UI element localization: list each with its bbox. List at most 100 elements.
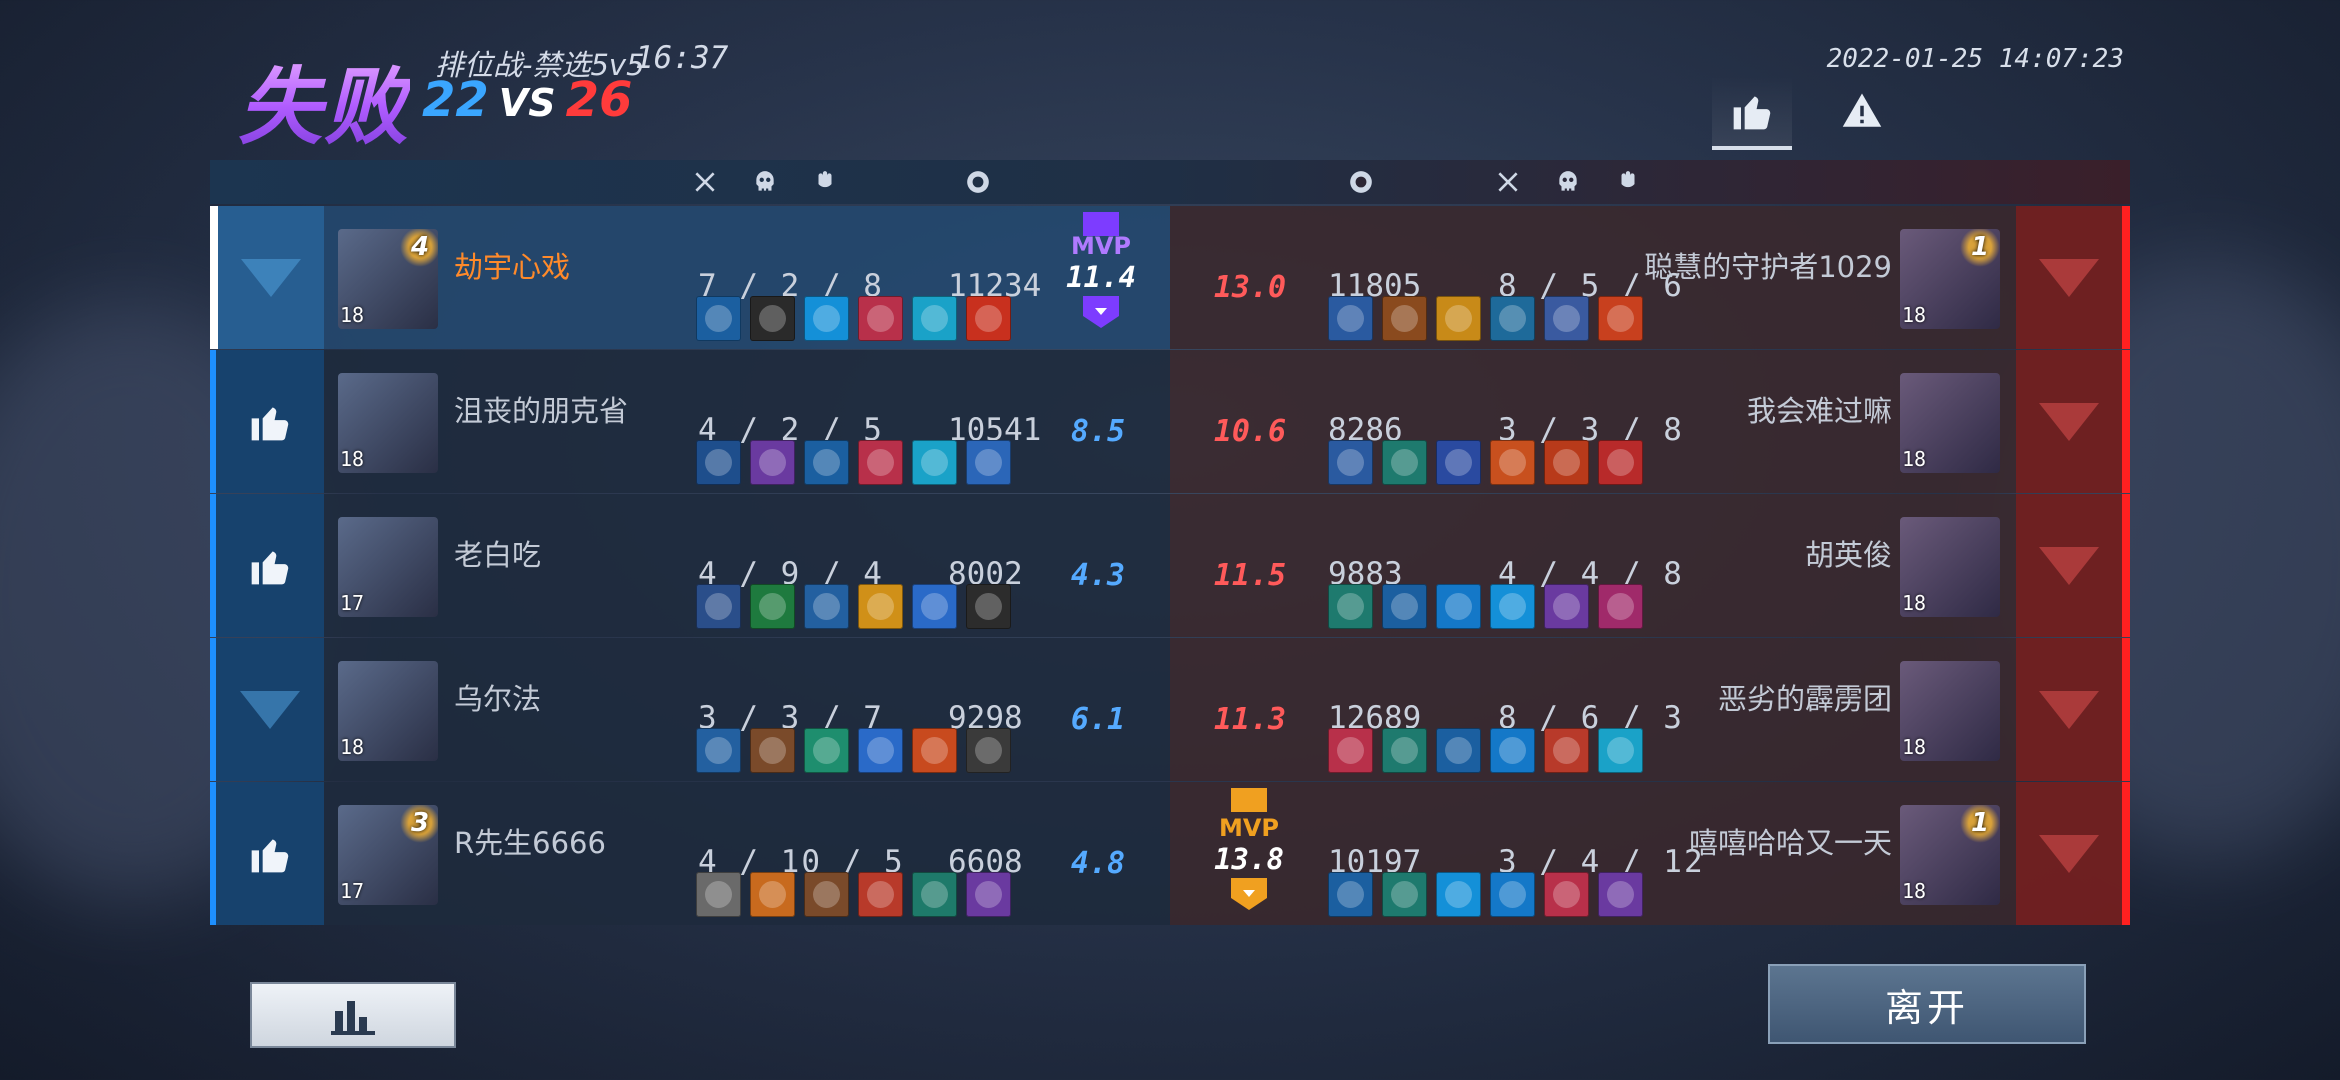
item-icon[interactable] (1382, 872, 1427, 917)
item-icon[interactable] (1490, 440, 1535, 485)
item-icon[interactable] (1544, 440, 1589, 485)
item-icon[interactable] (1544, 728, 1589, 773)
report-button[interactable] (1822, 76, 1902, 146)
hero-avatar[interactable]: 3 17 (338, 805, 438, 905)
item-icon[interactable] (1490, 296, 1535, 341)
item-icon[interactable] (1436, 440, 1481, 485)
item-icon[interactable] (804, 296, 849, 341)
item-icon[interactable] (1598, 584, 1643, 629)
mvp-label: MVP (1070, 232, 1132, 260)
like-tab-button[interactable] (1712, 76, 1792, 150)
item-icon[interactable] (696, 584, 741, 629)
item-icon[interactable] (966, 296, 1011, 341)
item-icon[interactable] (912, 872, 957, 917)
player-score: 11.4 (1066, 260, 1136, 294)
item-icon[interactable] (1328, 728, 1373, 773)
item-icon[interactable] (1598, 728, 1643, 773)
hero-avatar[interactable]: 18 (338, 661, 438, 761)
item-icon[interactable] (966, 728, 1011, 773)
player-score: 13.0 (1213, 270, 1287, 305)
hero-avatar[interactable]: 17 (338, 517, 438, 617)
item-icon[interactable] (912, 440, 957, 485)
item-icon[interactable] (804, 584, 849, 629)
item-icon[interactable] (804, 440, 849, 485)
hero-level: 18 (1902, 879, 1927, 903)
item-list (696, 296, 1011, 341)
player-name[interactable]: 胡英俊 (1805, 532, 1892, 574)
item-icon[interactable] (1328, 440, 1373, 485)
hero-level: 17 (340, 591, 365, 615)
item-icon[interactable] (1382, 728, 1427, 773)
thumbs-up-icon (1733, 96, 1771, 130)
item-icon[interactable] (1544, 296, 1589, 341)
item-icon[interactable] (1490, 728, 1535, 773)
hero-avatar[interactable]: 1 18 (1900, 805, 2000, 905)
player-name[interactable]: 老白吃 (454, 532, 541, 574)
item-icon[interactable] (696, 440, 741, 485)
hero-avatar[interactable]: 4 18 (338, 229, 438, 329)
item-icon[interactable] (858, 584, 903, 629)
item-icon[interactable] (858, 440, 903, 485)
item-icon[interactable] (696, 728, 741, 773)
like-player-button[interactable] (210, 494, 324, 637)
hero-avatar[interactable]: 18 (1900, 661, 2000, 761)
player-name[interactable]: 劫宇心戏 (454, 244, 570, 286)
item-icon[interactable] (966, 872, 1011, 917)
item-icon[interactable] (1598, 440, 1643, 485)
hero-avatar[interactable]: 18 (1900, 517, 2000, 617)
item-icon[interactable] (1328, 296, 1373, 341)
player-name[interactable]: R先生6666 (454, 820, 606, 862)
item-icon[interactable] (750, 440, 795, 485)
player-name[interactable]: 沮丧的朋克省 (454, 388, 628, 430)
item-icon[interactable] (966, 440, 1011, 485)
item-icon[interactable] (750, 584, 795, 629)
player-name[interactable]: 恶劣的霹雳团 (1718, 676, 1892, 718)
item-icon[interactable] (1328, 872, 1373, 917)
item-icon[interactable] (1436, 296, 1481, 341)
item-icon[interactable] (1382, 440, 1427, 485)
item-list (696, 440, 1011, 485)
hero-avatar[interactable]: 18 (1900, 373, 2000, 473)
like-player-button[interactable] (210, 782, 324, 925)
item-icon[interactable] (966, 584, 1011, 629)
like-player-button[interactable] (210, 350, 324, 493)
item-icon[interactable] (1544, 584, 1589, 629)
player-name[interactable]: 嘻嘻哈哈又一天 (1689, 820, 1892, 862)
player-name[interactable]: 聪慧的守护者1029 (1644, 244, 1892, 286)
item-icon[interactable] (858, 872, 903, 917)
bar-chart-icon (331, 1001, 375, 1035)
item-icon[interactable] (696, 872, 741, 917)
player-score: 4.3 (1070, 558, 1126, 593)
item-icon[interactable] (1382, 296, 1427, 341)
item-icon[interactable] (1598, 872, 1643, 917)
item-icon[interactable] (696, 296, 741, 341)
hero-avatar[interactable]: 1 18 (1900, 229, 2000, 329)
item-icon[interactable] (804, 728, 849, 773)
warning-icon (1842, 93, 1882, 127)
item-icon[interactable] (1490, 584, 1535, 629)
item-icon[interactable] (912, 728, 957, 773)
leave-button[interactable]: 离开 (1768, 964, 2086, 1044)
item-icon[interactable] (858, 728, 903, 773)
item-icon[interactable] (750, 296, 795, 341)
item-icon[interactable] (1328, 584, 1373, 629)
item-icon[interactable] (1436, 584, 1481, 629)
deaths-icon (756, 171, 774, 191)
item-icon[interactable] (750, 872, 795, 917)
item-icon[interactable] (1436, 872, 1481, 917)
player-name[interactable]: 我会难过嘛 (1747, 388, 1892, 430)
hero-avatar[interactable]: 18 (338, 373, 438, 473)
item-icon[interactable] (912, 296, 957, 341)
item-icon[interactable] (1598, 296, 1643, 341)
item-icon[interactable] (1436, 728, 1481, 773)
item-icon[interactable] (750, 728, 795, 773)
stats-button[interactable] (250, 982, 456, 1048)
item-icon[interactable] (1382, 584, 1427, 629)
scoreboard-header (210, 160, 2130, 204)
item-icon[interactable] (804, 872, 849, 917)
item-icon[interactable] (1544, 872, 1589, 917)
item-icon[interactable] (1490, 872, 1535, 917)
item-icon[interactable] (858, 296, 903, 341)
player-name[interactable]: 乌尔法 (454, 676, 541, 718)
item-icon[interactable] (912, 584, 957, 629)
